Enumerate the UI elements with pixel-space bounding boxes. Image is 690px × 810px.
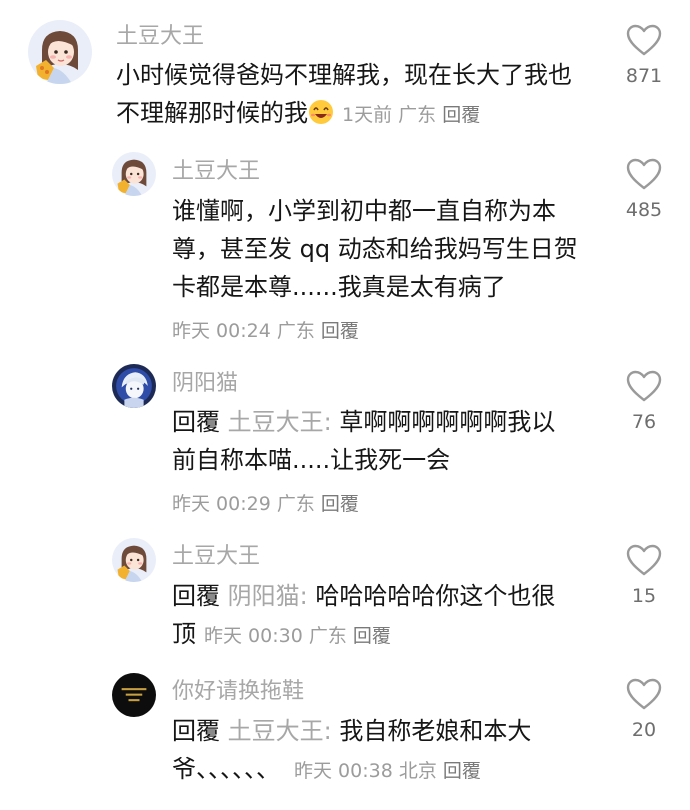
avatar[interactable] [112, 673, 156, 717]
like-count: 485 [625, 199, 663, 221]
comment-line: 尊，甚至发 qq 动态和给我妈写生日贺 [172, 235, 578, 263]
reply-button[interactable]: 回覆 [321, 320, 359, 342]
like-button[interactable]: 485 [609, 158, 679, 222]
comment-text: 小时候觉得爸妈不理解我，现在长大了我也 不理解那时候的我 1天前 广东 回覆 [116, 56, 572, 134]
reply-button[interactable]: 回覆 [353, 625, 391, 647]
commenter-name[interactable]: 土豆大王 [172, 542, 260, 572]
like-button[interactable]: 15 [609, 544, 679, 608]
comment-text: 回覆 土豆大王: 我自称老娘和本大 爷、、、、、、 昨天 00:38 北京 回覆 [172, 712, 531, 790]
comment-time: 昨天 00:30 [204, 625, 303, 647]
avatar[interactable] [112, 364, 156, 408]
comment-location: 北京 [398, 760, 437, 782]
heart-icon [626, 544, 662, 576]
like-count: 871 [625, 65, 663, 87]
comment-line: 回覆 阴阳猫: 哈哈哈哈哈你这个也很 [172, 577, 555, 615]
comment-line-with-meta: 不理解那时候的我 1天前 广东 回覆 [116, 94, 572, 134]
like-button[interactable]: 871 [609, 24, 679, 88]
comment-line: 不理解那时候的我 [116, 99, 308, 127]
comment-location: 广东 [276, 493, 315, 515]
reply-prefix: 回覆 [172, 408, 220, 436]
comment-meta: 昨天 00:29 广东 回覆 [172, 489, 359, 516]
comment-line: 小时候觉得爸妈不理解我，现在长大了我也 [116, 61, 572, 89]
comment-time: 昨天 00:24 [172, 320, 271, 342]
comment-time: 1天前 [342, 104, 393, 126]
comment-text: 回覆 阴阳猫: 哈哈哈哈哈你这个也很 顶昨天 00:30 广东 回覆 [172, 577, 555, 655]
user-avatar-icon [112, 364, 156, 408]
like-count: 20 [631, 719, 657, 741]
comment-location: 广东 [398, 104, 437, 126]
comment-line: 前自称本喵.....让我死一会 [172, 446, 451, 474]
mention-link[interactable]: 阴阳猫: [228, 582, 308, 610]
reply-button[interactable]: 回覆 [442, 104, 480, 126]
comment-line: 谁懂啊，小学到初中都一直自称为本 [172, 197, 556, 225]
like-button[interactable]: 20 [609, 678, 679, 742]
comment-text: 回覆 土豆大王: 草啊啊啊啊啊啊我以 前自称本喵.....让我死一会 [172, 403, 555, 479]
comment-line-with-meta: 顶昨天 00:30 广东 回覆 [172, 615, 555, 655]
laughing-face-icon [308, 98, 334, 124]
comment-line-text: 哈哈哈哈哈你这个也很 [315, 582, 556, 610]
comment-line: 回覆 土豆大王: 我自称老娘和本大 [172, 712, 531, 750]
user-avatar-icon [112, 673, 156, 717]
comment-line-text: 顶 [172, 620, 196, 648]
comment-line-text: 我自称老娘和本大 [339, 717, 532, 745]
comment-time: 昨天 00:29 [172, 493, 271, 515]
avatar[interactable] [112, 152, 156, 196]
reply-button[interactable]: 回覆 [443, 760, 481, 782]
commenter-name[interactable]: 阴阳猫 [172, 369, 238, 399]
comment-line-text: 爷、、、、、、 [172, 755, 280, 783]
reply-prefix: 回覆 [172, 717, 220, 745]
comment-line-text: 草啊啊啊啊啊啊我以 [339, 408, 556, 436]
heart-icon [626, 370, 662, 402]
comment-line: 回覆 土豆大王: 草啊啊啊啊啊啊我以 [172, 403, 555, 441]
heart-icon [626, 158, 662, 190]
commenter-name[interactable]: 你好请换拖鞋 [172, 677, 304, 707]
avatar[interactable] [28, 20, 92, 84]
comment-line: 卡都是本尊......我真是太有病了 [172, 273, 506, 301]
comment-text: 谁懂啊，小学到初中都一直自称为本 尊，甚至发 qq 动态和给我妈写生日贺 卡都是… [172, 192, 578, 306]
mention-link[interactable]: 土豆大王: [228, 408, 332, 436]
commenter-name[interactable]: 土豆大王 [172, 157, 260, 187]
user-avatar-icon [112, 538, 156, 582]
comment-meta: 昨天 00:24 广东 回覆 [172, 316, 359, 343]
heart-icon [626, 24, 662, 56]
commenter-name[interactable]: 土豆大王 [116, 22, 204, 52]
reply-button[interactable]: 回覆 [321, 493, 359, 515]
like-count: 76 [631, 411, 657, 433]
avatar[interactable] [112, 538, 156, 582]
comment-location: 广东 [276, 320, 315, 342]
comment-time: 昨天 00:38 [294, 760, 393, 782]
like-count: 15 [631, 585, 657, 607]
mention-link[interactable]: 土豆大王: [228, 717, 332, 745]
heart-icon [626, 678, 662, 710]
user-avatar-icon [28, 20, 92, 84]
like-button[interactable]: 76 [609, 370, 679, 434]
reply-prefix: 回覆 [172, 582, 220, 610]
comment-location: 广东 [308, 625, 347, 647]
user-avatar-icon [112, 152, 156, 196]
comment-line-with-meta: 爷、、、、、、 昨天 00:38 北京 回覆 [172, 750, 531, 790]
